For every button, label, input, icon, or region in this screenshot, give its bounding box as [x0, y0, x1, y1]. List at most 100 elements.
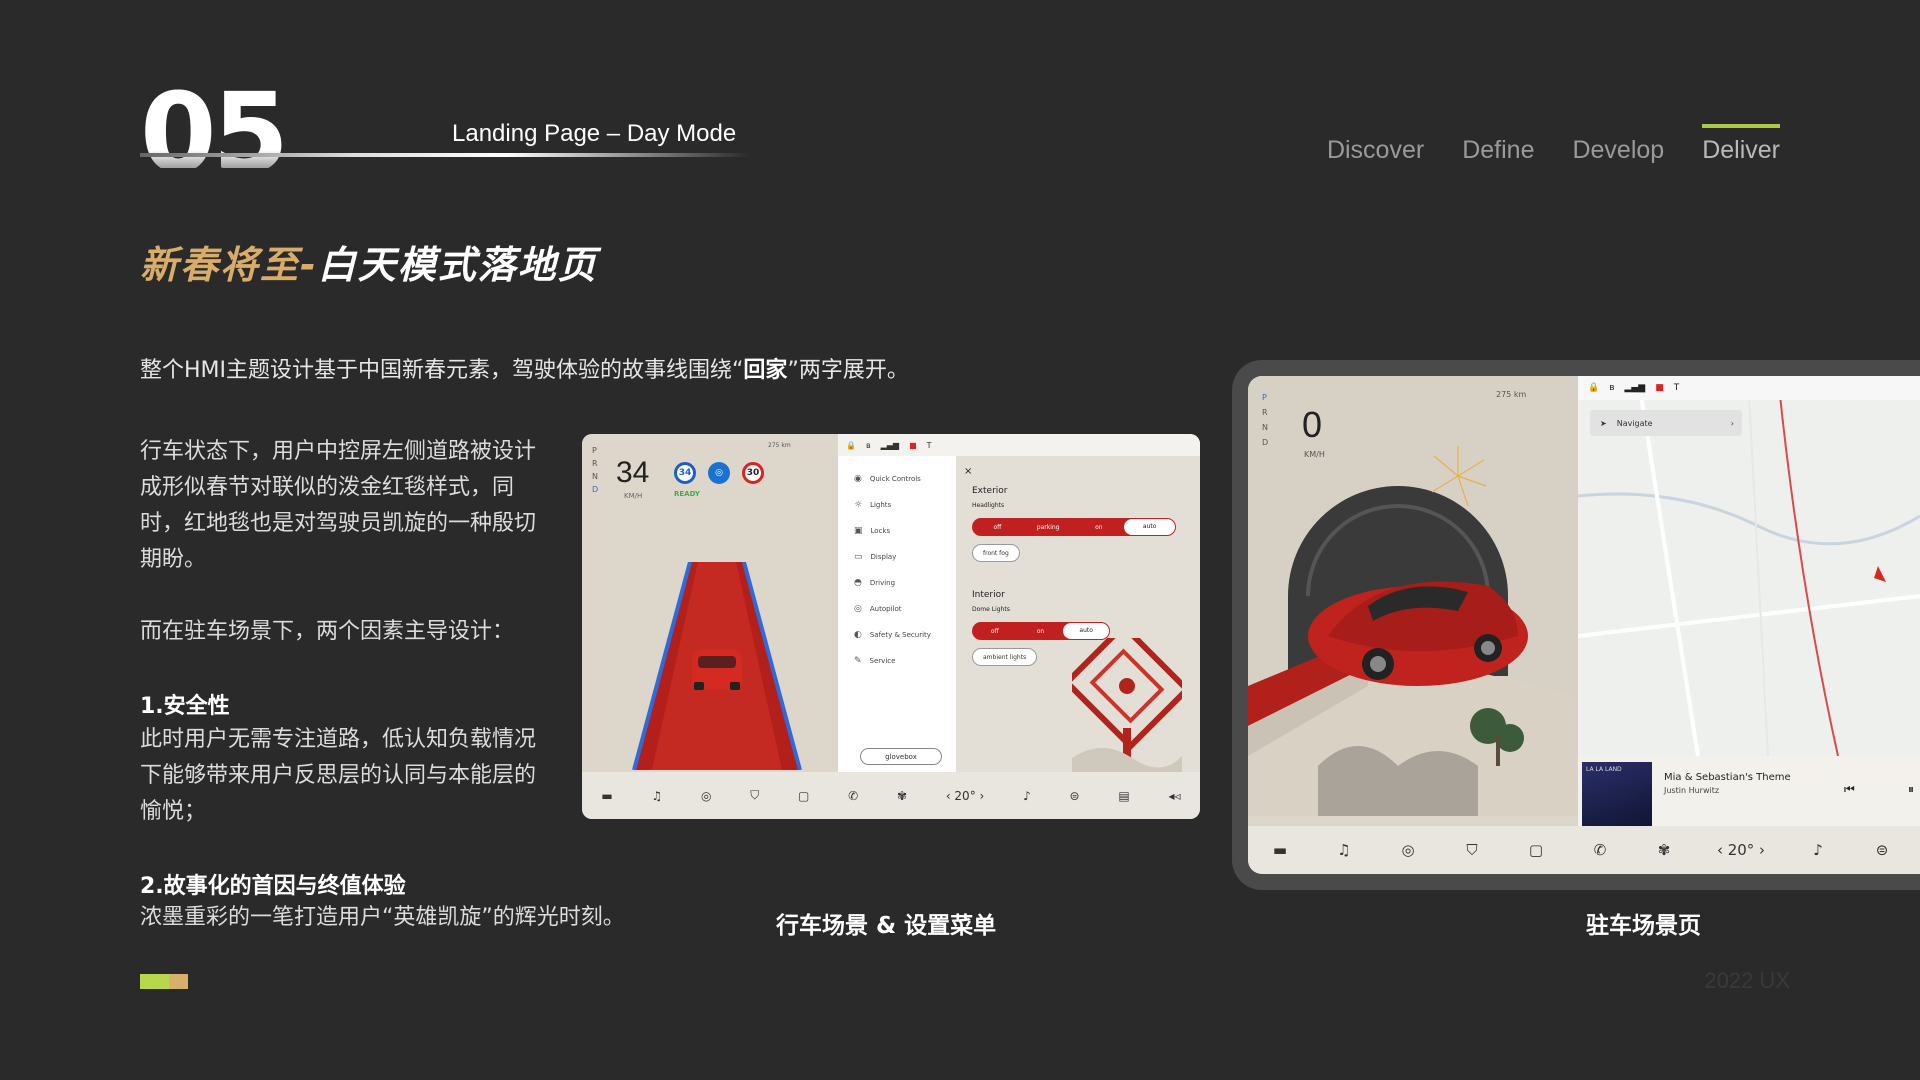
exterior-heading: Exterior [972, 486, 1008, 496]
song-artist: Justin Hurwitz [1664, 786, 1720, 795]
speed-limit-sign: 34 [674, 462, 696, 484]
menu-service[interactable]: ✎ Service [854, 656, 895, 666]
navigate-search[interactable]: ➤ Navigate › [1590, 410, 1742, 436]
headlight-auto[interactable]: auto [1124, 519, 1175, 535]
menu-label: Autopilot [869, 605, 902, 613]
gear-d: D [592, 485, 599, 494]
dome-on[interactable]: on [1018, 628, 1064, 635]
lock-icon: ▣ [854, 526, 863, 536]
bluetooth-icon: ʙ [1609, 383, 1615, 393]
menu-quick-controls[interactable]: ◉ Quick Controls [854, 474, 921, 484]
defrost-icon[interactable]: ⊜ [1070, 789, 1080, 803]
red-carpet-road [632, 562, 802, 770]
headlight-off[interactable]: off [972, 524, 1023, 531]
car-icon[interactable]: ▬ [1248, 841, 1312, 859]
driving-icon: ◓ [854, 578, 862, 588]
gear-p: P [592, 446, 597, 455]
song-title: Mia & Sebastian's Theme [1664, 772, 1791, 783]
title-part1: 新春将至- [140, 243, 318, 287]
paragraph-parking: 而在驻车场景下，两个因素主导设计： [140, 619, 515, 644]
music-icon[interactable]: ♫ [1312, 841, 1376, 859]
dome-auto[interactable]: auto [1063, 623, 1110, 639]
lock-icon[interactable]: 🔒 [846, 441, 856, 450]
app-icon[interactable]: ▢ [798, 789, 809, 803]
menu-lights[interactable]: ☼ Lights [854, 500, 891, 510]
ambient-lights-button[interactable]: ambient lights [972, 648, 1038, 666]
previous-track-icon[interactable]: ⏮ [1844, 782, 1855, 797]
temperature-control[interactable]: ‹ 20° › [1696, 841, 1786, 859]
alert-icon[interactable]: ■ [1655, 383, 1664, 393]
phone-icon[interactable]: ✆ [848, 789, 858, 803]
app-icon[interactable]: ▢ [1504, 841, 1568, 859]
parking-panel: P R N D 0 KM/H 275 km [1248, 376, 1578, 816]
nav-define[interactable]: Define [1462, 136, 1534, 165]
temperature-control[interactable]: ‹ 20° › [946, 789, 985, 803]
album-art[interactable]: LA LA LAND [1582, 762, 1652, 828]
shield-icon[interactable]: ⛉ [750, 788, 759, 803]
paragraph-driving: 行车状态下，用户中控屏左侧道路被设计成形似春节对联似的泼金红毯样式，同时，红地毯… [140, 439, 537, 572]
speed-unit: KM/H [624, 492, 643, 500]
process-nav: Discover Define Develop Deliver [1327, 124, 1780, 165]
defrost-icon[interactable]: ⊜ [1850, 841, 1914, 859]
header-divider [140, 153, 750, 157]
nav-deliver[interactable]: Deliver [1702, 124, 1780, 165]
car-icon[interactable]: ▬ [601, 789, 612, 803]
pause-icon[interactable]: ⏸ [1908, 782, 1914, 797]
shield-icon[interactable]: ⛉ [1440, 841, 1504, 859]
caption-parking: 驻车场景页 [1586, 913, 1701, 939]
headlight-on[interactable]: on [1074, 524, 1125, 531]
lock-icon[interactable]: 🔒 [1588, 383, 1599, 393]
paragraph-safety: 此时用户无需专注道路，低认知负载情况下能够带来用户反思层的认同与本能层的愉悦； [140, 727, 537, 824]
interior-heading: Interior [972, 590, 1005, 600]
menu-driving[interactable]: ◓ Driving [854, 578, 895, 588]
rear-defrost-icon[interactable]: ▤ [1118, 789, 1129, 803]
chevron-right-icon: › [1730, 418, 1734, 428]
alert-icon[interactable]: ■ [909, 441, 917, 450]
headlight-parking[interactable]: parking [1023, 524, 1074, 531]
nav-develop[interactable]: Develop [1572, 136, 1664, 165]
menu-label: Service [869, 657, 896, 665]
fan-icon[interactable]: ✾ [1632, 841, 1696, 859]
nav-discover[interactable]: Discover [1327, 136, 1424, 165]
title-part2: 白天模式落地页 [317, 243, 598, 287]
bottom-dock: ▬ ♫ ◎ ⛉ ▢ ✆ ✾ ‹ 20° › ♪ ⊜ [1248, 826, 1920, 874]
menu-label: Quick Controls [869, 475, 921, 483]
arrow-icon: ➤ [1600, 418, 1607, 428]
intro-before: 整个HMI主题设计基于中国新春元素，驾驶体验的故事线围绕“ [140, 358, 744, 383]
fan-icon[interactable]: ✾ [897, 789, 907, 803]
seat-heat-icon[interactable]: ♪ [1023, 789, 1031, 803]
page-subtitle: Landing Page – Day Mode [452, 120, 737, 147]
heading-safety: 1.安全性 [140, 694, 230, 719]
gear-r: R [592, 459, 598, 468]
menu-safety[interactable]: ◐ Safety & Security [854, 630, 931, 640]
shield-icon: ◐ [854, 630, 862, 640]
new-year-car-illustration [1248, 446, 1578, 816]
menu-label: Driving [869, 579, 896, 587]
signal-icon: ▂▄▆ [880, 440, 900, 450]
dome-off[interactable]: off [972, 628, 1018, 635]
seat-heat-icon[interactable]: ♪ [1786, 841, 1850, 859]
page-title: 新春将至-白天模式落地页 [140, 234, 598, 289]
speed-value: 34 [616, 456, 650, 489]
wrench-icon: ✎ [854, 656, 862, 666]
camera-icon[interactable]: ◎ [701, 789, 711, 803]
glovebox-button[interactable]: glovebox [860, 748, 942, 765]
music-icon[interactable]: ♫ [651, 789, 662, 803]
menu-locks[interactable]: ▣ Locks [854, 526, 890, 536]
close-icon[interactable]: × [964, 466, 972, 477]
bottom-dock: ▬ ♫ ◎ ⛉ ▢ ✆ ✾ ‹ 20° › ♪ ⊜ ▤ ◂◃ [582, 772, 1200, 819]
wheel-icon: ◎ [854, 604, 862, 614]
dome-lights-label: Dome Lights [972, 606, 1010, 613]
volume-icon[interactable]: ◂◃ [1168, 789, 1180, 803]
menu-display[interactable]: ▭ Display [854, 552, 896, 562]
phone-icon[interactable]: ✆ [1568, 841, 1632, 859]
menu-label: Lights [870, 501, 892, 509]
range-readout: 275 km [1496, 390, 1527, 399]
menu-autopilot[interactable]: ◎ Autopilot [854, 604, 901, 614]
camera-icon[interactable]: ◎ [1376, 841, 1440, 859]
car-icon: ◉ [854, 474, 862, 484]
gear-n: N [1262, 423, 1268, 432]
headlights-segmented-control[interactable]: off parking on auto [972, 518, 1176, 536]
menu-label: Locks [870, 527, 891, 535]
front-fog-button[interactable]: front fog [972, 544, 1020, 562]
